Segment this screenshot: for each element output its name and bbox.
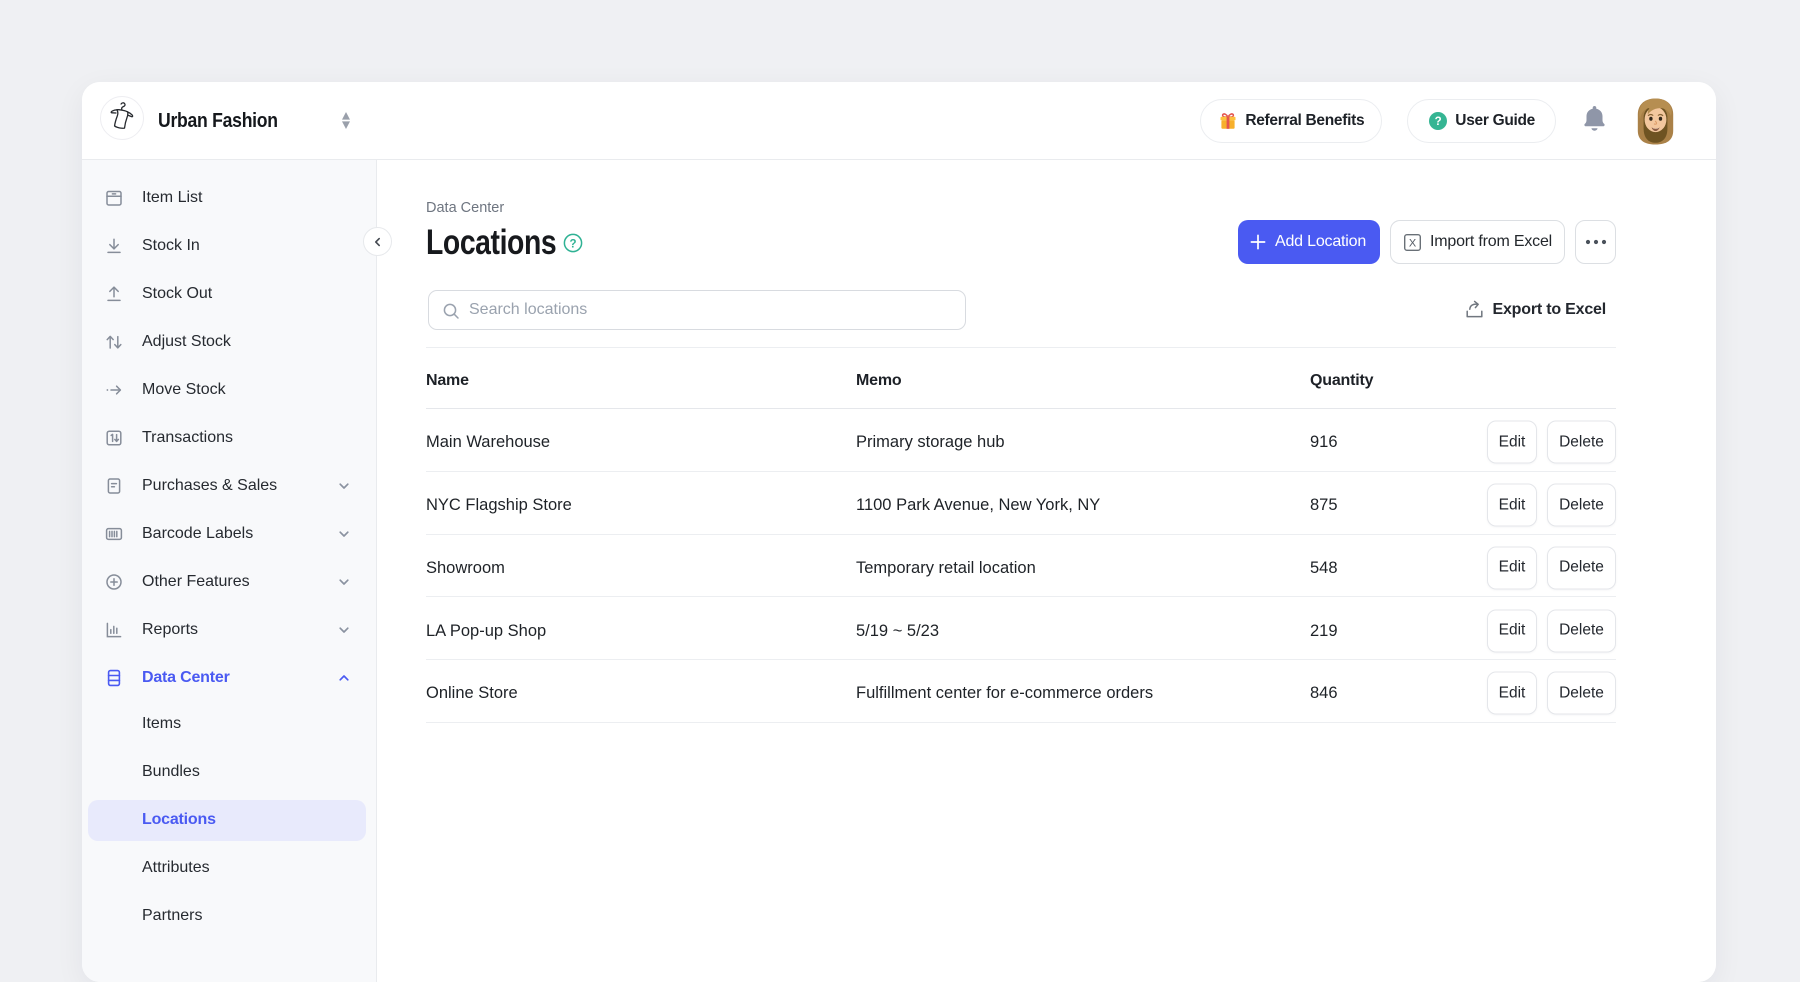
svg-text:?: ? <box>1435 116 1442 128</box>
svg-text:?: ? <box>569 238 576 250</box>
svg-text:X: X <box>1409 237 1417 249</box>
